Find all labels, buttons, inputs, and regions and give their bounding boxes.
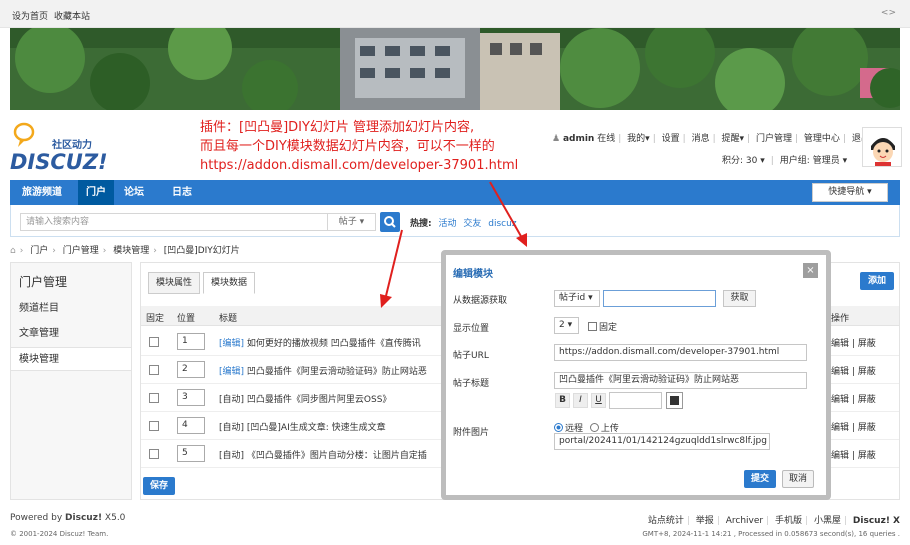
source-id-input[interactable] xyxy=(603,290,716,307)
footer-brand-right[interactable]: Discuz! X xyxy=(853,516,900,526)
footer-copyright: © 2001-2024 Discuz! Team. xyxy=(10,530,109,538)
source-select[interactable]: 帖子id ▾ xyxy=(554,290,600,307)
image-label: 附件图片 xyxy=(453,428,490,438)
submit-button[interactable]: 提交 xyxy=(744,470,776,488)
source-label: 从数据源获取 xyxy=(453,296,508,306)
italic-button[interactable]: I xyxy=(573,393,588,408)
bold-button[interactable]: B xyxy=(555,393,570,408)
url-label: 帖子URL xyxy=(453,351,489,361)
fixed-label: 固定 xyxy=(599,323,618,333)
footer-brand[interactable]: Discuz! xyxy=(65,513,102,523)
cancel-button[interactable]: 取消 xyxy=(782,470,814,488)
title-label: 帖子标题 xyxy=(453,379,490,389)
footer-link-report[interactable]: 举报 xyxy=(696,516,714,526)
position-select[interactable]: 2 ▾ xyxy=(554,317,579,334)
image-path-input[interactable]: portal/202411/01/142124gzuqldd1slrwc8lf.… xyxy=(554,433,770,450)
footer-link-archiver[interactable]: Archiver xyxy=(726,516,763,526)
footer-link-mobile[interactable]: 手机版 xyxy=(775,516,802,526)
url-input[interactable]: https://addon.dismall.com/developer-3790… xyxy=(554,344,807,361)
color-input[interactable] xyxy=(609,392,662,409)
footer-link-stats[interactable]: 站点统计 xyxy=(648,516,684,526)
dialog-title: 编辑模块 xyxy=(453,269,493,280)
underline-button[interactable]: U xyxy=(591,393,606,408)
footer-stats: GMT+8, 2024-11-1 14:21 , Processed in 0.… xyxy=(642,530,900,538)
footer-link-blackroom[interactable]: 小黑屋 xyxy=(814,516,841,526)
close-icon[interactable]: × xyxy=(803,263,818,278)
footer-links: 站点统计 | 举报 | Archiver | 手机版 | 小黑屋 | Discuz! X xyxy=(647,516,900,526)
footer-powered: Powered by Discuz! X5.0 xyxy=(10,513,126,523)
remote-radio[interactable] xyxy=(554,423,563,432)
fixed-option[interactable]: 固定 xyxy=(588,320,617,333)
fixed-checkbox[interactable] xyxy=(588,322,597,331)
title-input[interactable]: 凹凸曼插件《阿里云滑动验证码》防止网站恶 xyxy=(554,372,807,389)
position-label: 显示位置 xyxy=(453,324,490,334)
fetch-button[interactable]: 获取 xyxy=(723,290,756,307)
upload-radio[interactable] xyxy=(589,423,599,432)
color-picker-button[interactable] xyxy=(666,392,683,409)
